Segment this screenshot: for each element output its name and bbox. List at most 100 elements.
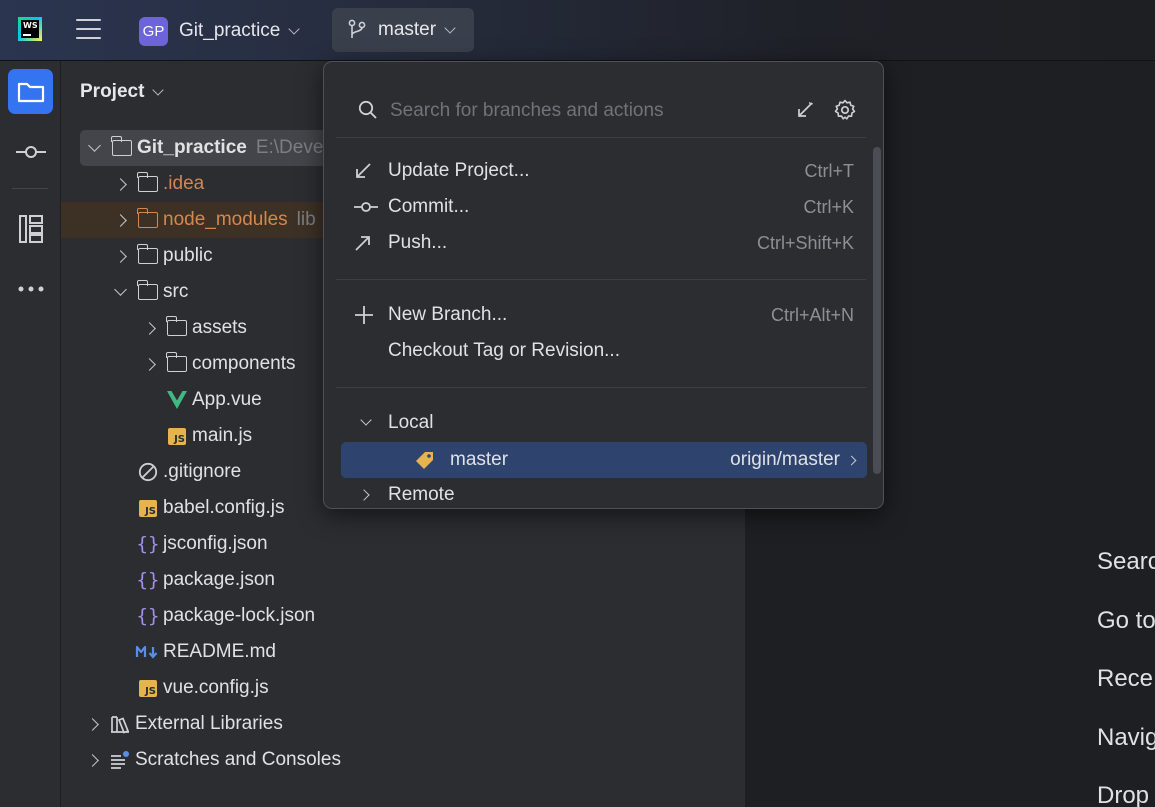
tree-item-label: Scratches and Consoles <box>135 749 341 770</box>
chevron-down-icon <box>288 22 301 35</box>
action-new-branch[interactable]: New Branch... Ctrl+Alt+N <box>354 298 854 332</box>
tree-item-label: main.js <box>192 425 253 446</box>
project-name: Git_practice <box>179 20 281 41</box>
action-shortcut: Ctrl+Alt+N <box>770 304 854 325</box>
branch-search-bar <box>336 86 866 138</box>
folder-icon <box>134 244 162 268</box>
folder-icon <box>108 136 136 160</box>
folder-icon <box>17 82 44 102</box>
tree-item-label: README.md <box>163 641 276 662</box>
editor-hint-goto: Go to <box>1097 607 1155 634</box>
chevron-right-icon[interactable] <box>846 455 857 465</box>
action-label: Commit... <box>388 196 470 217</box>
main-menu-icon[interactable] <box>76 19 101 41</box>
remote-branches-group[interactable]: Remote <box>354 478 854 508</box>
js-icon: JS <box>134 496 162 520</box>
folder-icon <box>134 208 162 232</box>
tree-item-assets[interactable]: assets <box>135 310 247 346</box>
branch-widget[interactable]: master <box>332 8 474 52</box>
tree-item-label: package.json <box>163 569 275 590</box>
ignore-icon <box>134 460 162 484</box>
group-label: Remote <box>388 484 455 505</box>
folder-icon <box>163 316 191 340</box>
tree-item-package-lock[interactable]: {} package-lock.json <box>134 598 316 634</box>
tree-item-label: babel.config.js <box>163 497 285 518</box>
editor-hint-recent: Rece <box>1097 665 1154 692</box>
tree-item-vue-config[interactable]: JS vue.config.js <box>134 670 269 706</box>
editor-hint-drop: Drop <box>1097 782 1150 807</box>
local-branches-group[interactable]: Local <box>354 406 854 440</box>
tree-item-label: src <box>163 281 189 302</box>
tree-item-app-vue[interactable]: App.vue <box>163 382 262 418</box>
tree-item-package-json[interactable]: {} package.json <box>134 562 275 598</box>
action-update-project[interactable]: Update Project... Ctrl+T <box>354 154 854 188</box>
chevron-down-icon[interactable] <box>106 282 134 296</box>
tree-item-label: jsconfig.json <box>163 533 268 554</box>
tree-item-label: External Libraries <box>135 713 283 734</box>
branch-name: master <box>450 449 509 470</box>
project-panel-title[interactable]: Project <box>80 81 165 103</box>
tree-item-idea[interactable]: .idea <box>106 166 204 202</box>
project-widget[interactable]: GP Git_practice <box>139 15 301 47</box>
chevron-right-icon[interactable] <box>106 249 134 263</box>
tree-item-src[interactable]: src <box>106 274 188 310</box>
chevron-right-icon[interactable] <box>135 321 163 335</box>
popup-scrollbar[interactable] <box>873 147 881 474</box>
tree-item-label: public <box>163 245 213 266</box>
action-label: Push... <box>388 232 448 253</box>
action-checkout-tag[interactable]: Checkout Tag or Revision... <box>354 334 854 368</box>
action-label: Checkout Tag or Revision... <box>388 340 620 361</box>
chevron-right-icon[interactable] <box>354 489 388 501</box>
tree-item-readme[interactable]: README.md <box>134 634 276 670</box>
collapse-arrow-icon[interactable] <box>796 101 814 119</box>
markdown-icon <box>134 640 162 664</box>
chevron-down-icon[interactable] <box>80 138 108 152</box>
action-label: Update Project... <box>388 160 530 181</box>
chevron-right-icon[interactable] <box>106 213 134 227</box>
js-icon: JS <box>163 424 191 448</box>
chevron-right-icon[interactable] <box>78 717 106 731</box>
tree-item-label: App.vue <box>192 389 262 410</box>
action-shortcut: Ctrl+T <box>804 160 855 181</box>
more-tools-icon[interactable] <box>8 266 53 311</box>
scratches-icon <box>106 748 134 772</box>
tree-item-jsconfig[interactable]: {} jsconfig.json <box>134 526 268 562</box>
tree-item-public[interactable]: public <box>106 238 213 274</box>
tree-item-babel-config[interactable]: JS babel.config.js <box>134 490 284 526</box>
strip-separator <box>12 188 48 189</box>
webstorm-logo-icon[interactable]: WS <box>18 17 42 41</box>
tree-item-external-libraries[interactable]: External Libraries <box>78 706 283 742</box>
tree-item-main-js[interactable]: JS main.js <box>163 418 252 454</box>
action-commit[interactable]: Commit... Ctrl+K <box>354 190 854 224</box>
action-shortcut: Ctrl+Shift+K <box>756 232 854 253</box>
panel-title-label: Project <box>80 81 145 102</box>
chevron-down-icon[interactable] <box>354 414 388 426</box>
commit-tool-button[interactable] <box>8 129 53 174</box>
editor-hint-search: Searc <box>1097 548 1155 575</box>
branch-item-master[interactable]: master origin/master <box>341 442 867 478</box>
popup-separator <box>336 279 866 280</box>
chevron-right-icon[interactable] <box>106 177 134 191</box>
tree-item-node-modules[interactable]: node_modules lib <box>61 202 323 238</box>
project-tool-button[interactable] <box>8 69 53 114</box>
tree-item-path: E:\Devel <box>255 137 328 158</box>
action-push[interactable]: Push... Ctrl+Shift+K <box>354 226 854 260</box>
search-icon <box>358 100 377 119</box>
branch-tag-icon <box>416 452 433 469</box>
folder-icon <box>163 352 191 376</box>
action-shortcut: Ctrl+K <box>803 196 854 217</box>
gear-icon[interactable] <box>834 99 856 121</box>
tree-item-gitignore[interactable]: .gitignore <box>134 454 241 490</box>
popup-separator <box>336 387 866 388</box>
structure-tool-button[interactable] <box>8 206 53 251</box>
chevron-right-icon[interactable] <box>135 357 163 371</box>
tree-item-scratches[interactable]: Scratches and Consoles <box>78 742 341 778</box>
tree-item-components[interactable]: components <box>135 346 296 382</box>
branch-search-input[interactable] <box>390 98 770 124</box>
chevron-right-icon[interactable] <box>78 753 106 767</box>
commit-icon <box>15 145 46 158</box>
folder-icon <box>134 172 162 196</box>
library-icon <box>106 712 134 736</box>
branch-icon <box>348 19 366 38</box>
editor-hint-navigation: Navig <box>1097 724 1155 751</box>
